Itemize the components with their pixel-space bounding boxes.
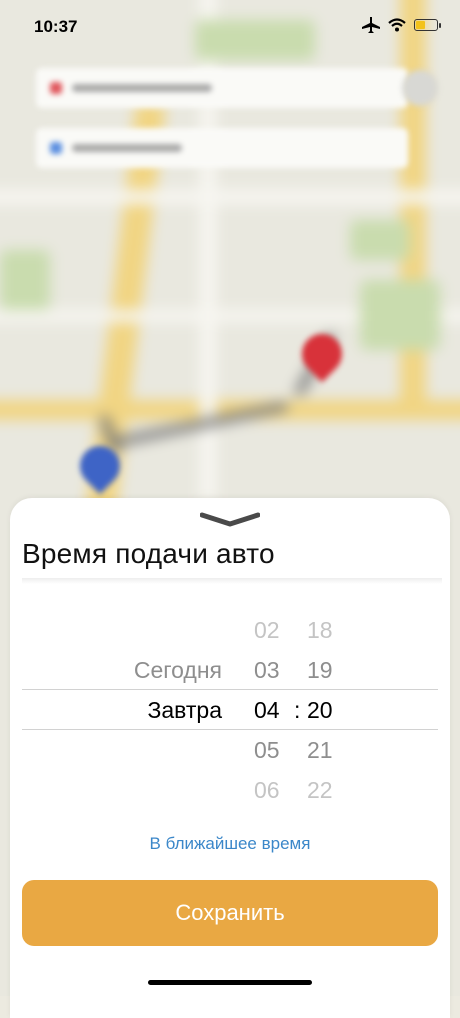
save-button[interactable]: Сохранить: [22, 880, 438, 946]
picker-minute-selected[interactable]: 20: [307, 697, 333, 724]
to-address-field[interactable]: [36, 128, 408, 168]
picker-hour-selected[interactable]: 04: [254, 697, 280, 724]
picker-hour-option[interactable]: 05: [254, 737, 280, 764]
to-marker-icon: [50, 142, 62, 154]
picker-hour-option[interactable]: 03: [254, 657, 280, 684]
map-park: [350, 220, 410, 260]
battery-level: [416, 21, 425, 29]
home-indicator[interactable]: [148, 980, 312, 985]
picker-day-today[interactable]: Сегодня: [134, 657, 222, 684]
save-button-label: Сохранить: [175, 900, 285, 925]
from-address-text: [72, 84, 212, 92]
picker-hour-option[interactable]: 06: [254, 777, 280, 804]
map-road: [0, 190, 460, 204]
sheet-collapse-chevron-icon[interactable]: [200, 512, 260, 528]
picker-day-tomorrow[interactable]: Завтра: [147, 697, 222, 724]
sheet-title: Время подачи авто: [22, 538, 275, 569]
profile-button[interactable]: [402, 70, 438, 106]
picker-minute-option[interactable]: 18: [307, 617, 333, 644]
picker-selection-top-line: [22, 689, 438, 690]
from-address-field[interactable]: [36, 68, 408, 108]
status-icons: [362, 17, 441, 33]
title-divider: [22, 578, 442, 584]
map-park: [360, 280, 440, 350]
picker-selection-bottom-line: [22, 729, 438, 730]
from-marker-icon: [50, 82, 62, 94]
battery-icon: [414, 19, 441, 31]
to-address-text: [72, 144, 182, 152]
time-picker-sheet: Время подачи авто Сегодня Завтра 02 03 0…: [10, 498, 450, 1018]
map-park: [0, 250, 50, 310]
airplane-icon: [362, 17, 380, 33]
picker-hour-option[interactable]: 02: [254, 617, 280, 644]
status-bar: 10:37: [0, 0, 460, 56]
asap-link[interactable]: В ближайшее время: [10, 834, 450, 854]
picker-time-separator: :: [294, 697, 301, 723]
picker-minute-option[interactable]: 21: [307, 737, 333, 764]
picker-minute-option[interactable]: 19: [307, 657, 333, 684]
picker-minute-option[interactable]: 22: [307, 777, 333, 804]
wifi-icon: [388, 18, 406, 32]
datetime-picker[interactable]: Сегодня Завтра 02 03 04 05 06 : 18 19 20…: [10, 606, 450, 806]
status-time: 10:37: [34, 17, 78, 36]
